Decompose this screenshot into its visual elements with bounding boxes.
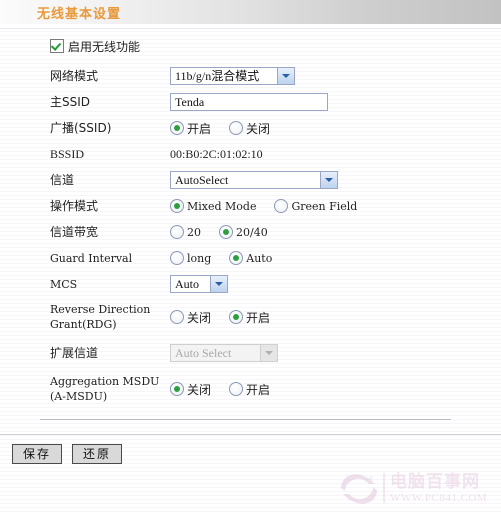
radio-selected-icon[interactable] — [170, 382, 184, 396]
label-amsdu: Aggregation MSDU (A-MSDU) — [50, 375, 160, 403]
label-channel: 信道 — [50, 172, 75, 187]
operation-mode-label-mixed: Mixed Mode — [187, 199, 257, 213]
row-channel-bandwidth: 信道带宽 20 20/40 — [0, 219, 501, 245]
radio-unselected-icon[interactable] — [170, 251, 184, 265]
row-extension-channel: 扩展信道 Auto Select — [0, 337, 501, 369]
label-bssid: BSSID — [50, 146, 85, 161]
broadcast-ssid-label-off: 关闭 — [246, 121, 271, 136]
operation-mode-label-greenfield: Green Field — [291, 199, 358, 213]
radio-selected-icon[interactable] — [219, 225, 233, 239]
label-mcs: MCS — [50, 277, 78, 291]
row-network-mode: 网络模式 11b/g/n混合模式 — [0, 63, 501, 89]
wireless-basic-settings-page: 无线基本设置 启用无线功能 网络模式 11b/g/n混合模式 主SSID Ten… — [0, 0, 501, 514]
watermark-text: 电脑百事网 WWW.PC841.COM — [390, 471, 488, 504]
channel-bandwidth-option-2040[interactable]: 20/40 — [219, 225, 268, 239]
operation-mode-radio-group: Mixed Mode Green Field — [170, 199, 375, 213]
chevron-down-icon — [260, 345, 277, 361]
broadcast-ssid-option-off[interactable]: 关闭 — [229, 120, 270, 137]
broadcast-ssid-radio-group: 开启 关闭 — [170, 120, 288, 137]
row-operation-mode: 操作模式 Mixed Mode Green Field — [0, 193, 501, 219]
restore-button[interactable]: 还原 — [72, 444, 123, 464]
checkbox-checked-icon[interactable] — [50, 39, 64, 53]
extension-channel-value: Auto Select — [175, 346, 232, 360]
label-channel-bandwidth: 信道带宽 — [50, 224, 99, 239]
row-guard-interval: Guard Interval long Auto — [0, 245, 501, 271]
radio-selected-icon[interactable] — [170, 199, 184, 213]
watermark-logo-icon: R — [337, 468, 381, 508]
radio-unselected-icon[interactable] — [170, 310, 184, 324]
row-mcs: MCS Auto — [0, 271, 501, 297]
row-channel: 信道 AutoSelect — [0, 167, 501, 193]
amsdu-label-on: 开启 — [246, 382, 271, 397]
rdg-option-on[interactable]: 开启 — [229, 309, 270, 326]
channel-value: AutoSelect — [175, 173, 229, 187]
label-rdg: Reverse Direction Grant(RDG) — [50, 303, 151, 331]
broadcast-ssid-label-on: 开启 — [187, 121, 212, 136]
amsdu-label-off: 关闭 — [187, 382, 212, 397]
chevron-down-icon[interactable] — [277, 68, 294, 84]
row-broadcast-ssid: 广播(SSID) 开启 关闭 — [0, 115, 501, 141]
channel-select[interactable]: AutoSelect — [170, 171, 338, 189]
button-bar: 保存 还原 — [0, 435, 501, 464]
guard-interval-option-auto[interactable]: Auto — [229, 251, 272, 265]
enable-wireless-label: 启用无线功能 — [68, 39, 141, 54]
settings-form: 启用无线功能 网络模式 11b/g/n混合模式 主SSID 广播(SSID) — [0, 29, 501, 464]
row-main-ssid: 主SSID — [0, 89, 501, 115]
mcs-value: Auto — [175, 277, 199, 291]
radio-unselected-icon[interactable] — [274, 199, 289, 213]
radio-selected-icon[interactable] — [229, 310, 244, 324]
mcs-select[interactable]: Auto — [170, 275, 228, 293]
broadcast-ssid-option-on[interactable]: 开启 — [170, 120, 211, 137]
rdg-label-on: 开启 — [246, 310, 271, 325]
operation-mode-option-mixed[interactable]: Mixed Mode — [170, 199, 256, 213]
channel-bandwidth-label-20: 20 — [187, 225, 201, 239]
form-divider — [40, 419, 451, 420]
extension-channel-select: Auto Select — [170, 344, 278, 362]
chevron-down-icon[interactable] — [320, 172, 337, 188]
label-main-ssid: 主SSID — [50, 94, 91, 109]
rdg-option-off[interactable]: 关闭 — [170, 309, 211, 326]
row-rdg: Reverse Direction Grant(RDG) 关闭 开启 — [0, 297, 501, 337]
channel-bandwidth-option-20[interactable]: 20 — [170, 225, 201, 239]
channel-bandwidth-label-2040: 20/40 — [236, 225, 268, 239]
watermark-site-url: WWW.PC841.COM — [390, 491, 488, 504]
radio-unselected-icon[interactable] — [170, 225, 184, 239]
page-header: 无线基本设置 — [0, 0, 501, 25]
row-amsdu: Aggregation MSDU (A-MSDU) 关闭 开启 — [0, 369, 501, 409]
row-bssid: BSSID 00:B0:2C:01:02:10 — [0, 141, 501, 167]
radio-unselected-icon[interactable] — [229, 121, 244, 135]
amsdu-option-on[interactable]: 开启 — [229, 381, 270, 398]
label-broadcast-ssid: 广播(SSID) — [50, 120, 112, 135]
guard-interval-label-long: long — [187, 251, 212, 265]
guard-interval-label-auto: Auto — [246, 251, 273, 265]
rdg-radio-group: 关闭 开启 — [170, 309, 288, 326]
channel-bandwidth-radio-group: 20 20/40 — [170, 225, 286, 239]
guard-interval-option-long[interactable]: long — [170, 251, 211, 265]
watermark-site-name: 电脑百事网 — [390, 471, 480, 492]
network-mode-select[interactable]: 11b/g/n混合模式 — [170, 67, 295, 85]
operation-mode-option-greenfield[interactable]: Green Field — [274, 199, 357, 213]
bssid-value: 00:B0:2C:01:02:10 — [170, 146, 263, 161]
chevron-down-icon[interactable] — [210, 276, 227, 292]
svg-text:R: R — [369, 476, 373, 483]
amsdu-option-off[interactable]: 关闭 — [170, 381, 211, 398]
network-mode-value: 11b/g/n混合模式 — [175, 69, 260, 83]
amsdu-radio-group: 关闭 开启 — [170, 381, 288, 398]
radio-unselected-icon[interactable] — [229, 382, 244, 396]
save-button[interactable]: 保存 — [12, 444, 63, 464]
main-ssid-input[interactable] — [170, 93, 328, 111]
label-extension-channel: 扩展信道 — [50, 345, 99, 360]
watermark-separator — [383, 473, 385, 503]
label-operation-mode: 操作模式 — [50, 198, 99, 213]
enable-wireless-row[interactable]: 启用无线功能 — [0, 29, 501, 63]
page-title: 无线基本设置 — [37, 7, 122, 22]
label-network-mode: 网络模式 — [50, 68, 99, 83]
watermark: R 电脑百事网 WWW.PC841.COM — [337, 466, 497, 510]
radio-selected-icon[interactable] — [229, 251, 244, 265]
label-guard-interval: Guard Interval — [50, 251, 133, 265]
guard-interval-radio-group: long Auto — [170, 251, 290, 265]
radio-selected-icon[interactable] — [170, 121, 184, 135]
rdg-label-off: 关闭 — [187, 310, 212, 325]
